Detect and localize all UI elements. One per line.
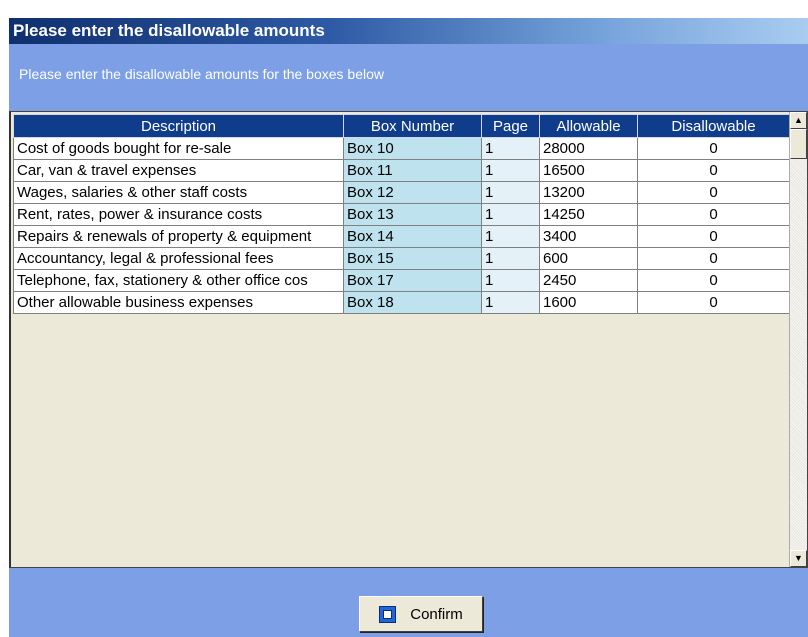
table-row[interactable]: Repairs & renewals of property & equipme… bbox=[13, 225, 790, 248]
description-cell: Other allowable business expenses bbox=[13, 291, 344, 314]
table-row[interactable]: Telephone, fax, stationery & other offic… bbox=[13, 269, 790, 292]
scroll-thumb[interactable] bbox=[790, 129, 807, 159]
allowable-cell: 14250 bbox=[539, 203, 638, 226]
allowable-cell: 13200 bbox=[539, 181, 638, 204]
amounts-grid: Description Box Number Page Allowable Di… bbox=[9, 111, 808, 568]
box-number-cell: Box 15 bbox=[343, 247, 482, 270]
description-cell: Wages, salaries & other staff costs bbox=[13, 181, 344, 204]
footer-panel: Confirm bbox=[9, 568, 808, 637]
scroll-up-icon[interactable]: ▲ bbox=[790, 112, 807, 129]
description-cell: Repairs & renewals of property & equipme… bbox=[13, 225, 344, 248]
description-cell: Telephone, fax, stationery & other offic… bbox=[13, 269, 344, 292]
box-number-cell: Box 12 bbox=[343, 181, 482, 204]
allowable-cell: 3400 bbox=[539, 225, 638, 248]
table-header-row: Description Box Number Page Allowable Di… bbox=[13, 114, 790, 138]
description-cell: Car, van & travel expenses bbox=[13, 159, 344, 182]
allowable-cell: 16500 bbox=[539, 159, 638, 182]
page-cell: 1 bbox=[481, 203, 540, 226]
page-cell: 1 bbox=[481, 225, 540, 248]
confirm-button[interactable]: Confirm bbox=[359, 596, 483, 632]
table-row[interactable]: Car, van & travel expenses Box 11 1 1650… bbox=[13, 159, 790, 182]
allowable-cell: 1600 bbox=[539, 291, 638, 314]
disallowable-input[interactable]: 0 bbox=[637, 291, 790, 314]
instructions-text: Please enter the disallowable amounts fo… bbox=[19, 66, 384, 82]
box-number-cell: Box 11 bbox=[343, 159, 482, 182]
box-number-cell: Box 14 bbox=[343, 225, 482, 248]
column-header-allowable[interactable]: Allowable bbox=[539, 114, 638, 138]
column-header-description[interactable]: Description bbox=[13, 114, 344, 138]
table-row[interactable]: Cost of goods bought for re-sale Box 10 … bbox=[13, 137, 790, 160]
column-header-box-number[interactable]: Box Number bbox=[343, 114, 482, 138]
allowable-cell: 600 bbox=[539, 247, 638, 270]
description-cell: Cost of goods bought for re-sale bbox=[13, 137, 344, 160]
table-row[interactable]: Wages, salaries & other staff costs Box … bbox=[13, 181, 790, 204]
disallowable-input[interactable]: 0 bbox=[637, 137, 790, 160]
scroll-down-icon[interactable]: ▼ bbox=[790, 550, 807, 567]
disallowable-input[interactable]: 0 bbox=[637, 203, 790, 226]
box-number-cell: Box 13 bbox=[343, 203, 482, 226]
page-cell: 1 bbox=[481, 181, 540, 204]
page-cell: 1 bbox=[481, 269, 540, 292]
page-cell: 1 bbox=[481, 291, 540, 314]
page-cell: 1 bbox=[481, 159, 540, 182]
floppy-disk-icon bbox=[379, 605, 397, 623]
box-number-cell: Box 10 bbox=[343, 137, 482, 160]
description-cell: Rent, rates, power & insurance costs bbox=[13, 203, 344, 226]
allowable-cell: 28000 bbox=[539, 137, 638, 160]
left-margin bbox=[0, 18, 9, 637]
disallowable-input[interactable]: 0 bbox=[637, 247, 790, 270]
disallowable-amounts-window: Please enter the disallowable amounts Pl… bbox=[9, 18, 808, 637]
column-header-disallowable[interactable]: Disallowable bbox=[637, 114, 790, 138]
vertical-scrollbar[interactable]: ▲ ▼ bbox=[789, 112, 807, 567]
table-row[interactable]: Accountancy, legal & professional fees B… bbox=[13, 247, 790, 270]
column-header-page[interactable]: Page bbox=[481, 114, 540, 138]
table-row[interactable]: Other allowable business expenses Box 18… bbox=[13, 291, 790, 314]
allowable-cell: 2450 bbox=[539, 269, 638, 292]
box-number-cell: Box 17 bbox=[343, 269, 482, 292]
disallowable-input[interactable]: 0 bbox=[637, 269, 790, 292]
page-cell: 1 bbox=[481, 247, 540, 270]
amounts-table: Description Box Number Page Allowable Di… bbox=[13, 114, 790, 314]
page-cell: 1 bbox=[481, 137, 540, 160]
description-cell: Accountancy, legal & professional fees bbox=[13, 247, 344, 270]
confirm-button-label: Confirm bbox=[410, 605, 463, 623]
disallowable-input[interactable]: 0 bbox=[637, 225, 790, 248]
box-number-cell: Box 18 bbox=[343, 291, 482, 314]
disallowable-input[interactable]: 0 bbox=[637, 159, 790, 182]
window-title: Please enter the disallowable amounts bbox=[9, 18, 808, 44]
table-row[interactable]: Rent, rates, power & insurance costs Box… bbox=[13, 203, 790, 226]
disallowable-input[interactable]: 0 bbox=[637, 181, 790, 204]
